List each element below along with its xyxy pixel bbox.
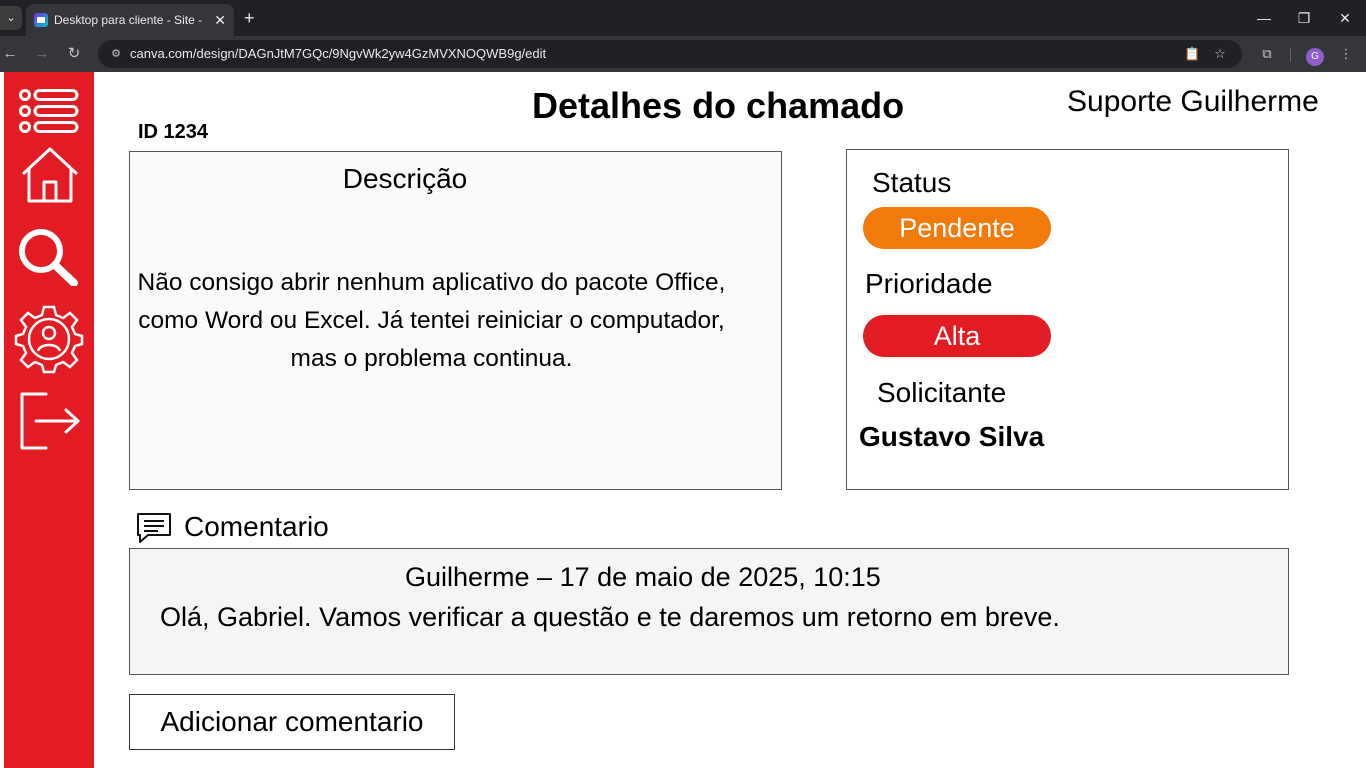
page-title: Detalhes do chamado (532, 85, 905, 126)
reload-icon[interactable]: ↻ (64, 44, 84, 64)
back-arrow-icon[interactable]: ← (0, 44, 20, 64)
user-settings-gear-icon[interactable] (14, 304, 84, 374)
url-text[interactable]: canva.com/design/DAGnJtM7GQc/9NgvWk2yw4G… (130, 46, 546, 62)
search-icon[interactable] (16, 226, 78, 286)
logout-icon[interactable] (18, 390, 82, 452)
forward-arrow-icon[interactable]: → (32, 44, 52, 64)
sidebar (4, 72, 94, 768)
browser-tab[interactable]: Desktop para cliente - Site - Canva ✕ (26, 4, 234, 36)
comment-icon (137, 513, 171, 543)
ticket-id: ID 1234 (138, 121, 209, 143)
browser-tabbar: ⌄ Desktop para cliente - Site - Canva ✕ … (0, 0, 1366, 36)
window-minimize-button[interactable]: — (1249, 6, 1279, 30)
description-panel: Descrição Não consigo abrir nenhum aplic… (129, 151, 782, 490)
extensions-icon[interactable]: ⧉ (1257, 44, 1277, 64)
tab-close-icon[interactable]: ✕ (214, 10, 226, 30)
comment-author-date: Guilherme – 17 de maio de 2025, 10:15 (405, 562, 881, 592)
comment-text: Olá, Gabriel. Vamos verificar a questão … (160, 602, 1060, 632)
clipboard-icon[interactable]: 📋 (1184, 46, 1200, 62)
requester-label: Solicitante (877, 377, 1007, 408)
canva-favicon-icon (34, 13, 48, 27)
priority-badge: Alta (863, 315, 1051, 357)
status-badge: Pendente (863, 207, 1051, 249)
site-info-icon[interactable]: ⚙ (108, 46, 124, 62)
page: Detalhes do chamado Suporte Guilherme ID… (0, 72, 1366, 768)
comments-heading: Comentario (184, 511, 329, 542)
home-icon[interactable] (20, 146, 80, 204)
comment-item: Guilherme – 17 de maio de 2025, 10:15 Ol… (129, 548, 1289, 675)
status-label: Status (872, 167, 952, 198)
tab-title: Desktop para cliente - Site - Canva (54, 13, 204, 27)
window-close-button[interactable]: ✕ (1330, 6, 1360, 30)
requester-name: Gustavo Silva (859, 421, 1045, 452)
description-heading: Descrição (342, 163, 468, 194)
bookmark-star-icon[interactable]: ☆ (1212, 46, 1228, 62)
browser-toolbar: ← → ↻ ⚙ canva.com/design/DAGnJtM7GQc/9Ng… (0, 36, 1366, 72)
profile-avatar[interactable]: G (1306, 48, 1324, 66)
menu-list-icon[interactable] (18, 88, 80, 134)
window-restore-button[interactable]: ❐ (1289, 6, 1319, 30)
support-user-name: Suporte Guilherme (1067, 85, 1319, 118)
toolbar-divider (1290, 48, 1291, 62)
add-comment-button[interactable]: Adicionar comentario (129, 694, 455, 750)
ticket-details-panel: Status Pendente Prioridade Alta Solicita… (846, 149, 1289, 490)
browser-menu-icon[interactable]: ⋮ (1336, 44, 1356, 64)
description-text: Não consigo abrir nenhum aplicativo do p… (137, 269, 726, 372)
priority-label: Prioridade (865, 268, 993, 299)
address-bar[interactable]: ⚙ canva.com/design/DAGnJtM7GQc/9NgvWk2yw… (98, 40, 1242, 68)
tab-search-chevron-icon[interactable]: ⌄ (0, 6, 22, 30)
new-tab-button[interactable]: + (244, 6, 255, 30)
